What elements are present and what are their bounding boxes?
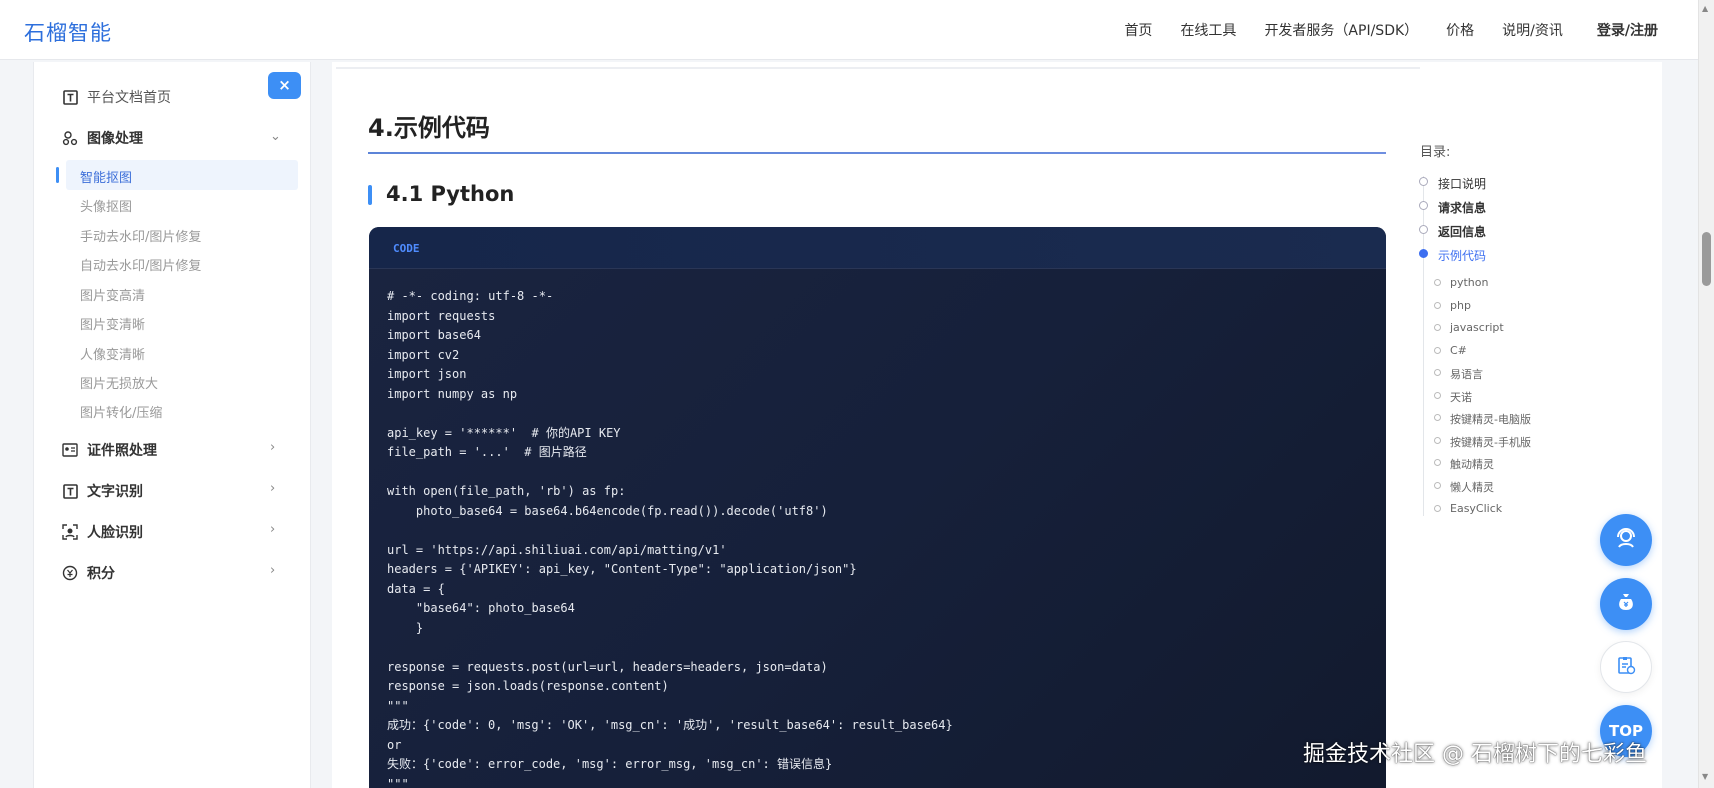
subsection-heading: 4.1 Python	[386, 182, 515, 206]
sidebar-subitem[interactable]: 人像变清晰	[80, 344, 145, 363]
toc-item-active[interactable]: 示例代码	[1438, 247, 1486, 264]
chevron-right-icon[interactable]: ›	[270, 440, 275, 455]
scroll-up-icon[interactable]: ▲	[1702, 4, 1708, 13]
customer-service-button[interactable]	[1600, 514, 1652, 566]
face-icon	[61, 523, 79, 541]
toc-subitem[interactable]: python	[1450, 276, 1488, 289]
chevron-down-icon[interactable]: ⌄	[270, 129, 281, 144]
nav-tools[interactable]: 在线工具	[1180, 20, 1236, 40]
sidebar-subitem[interactable]: 图片转化/压缩	[80, 402, 162, 421]
text-icon	[61, 482, 79, 500]
sidebar-item-face[interactable]: 人脸识别	[61, 522, 143, 542]
nav-links: 首页 在线工具 开发者服务（API/SDK） 价格 说明/资讯 登录/注册	[1096, 20, 1658, 40]
sidebar-subitem[interactable]: 图片变高清	[80, 285, 145, 304]
toc-subitem[interactable]: php	[1450, 299, 1471, 312]
code-header	[369, 227, 1386, 269]
page-scrollbar[interactable]: ▲ ▼	[1698, 0, 1714, 788]
sidebar-item-label: 人脸识别	[87, 525, 143, 541]
sidebar-item-label: 积分	[87, 566, 115, 582]
sidebar-item-label: 证件照处理	[87, 443, 157, 459]
chevron-right-icon[interactable]: ›	[270, 563, 275, 578]
code-language-tag: CODE	[393, 242, 420, 255]
toc-dot	[1419, 177, 1428, 186]
sidebar-subitem-matting[interactable]: 智能抠图	[80, 167, 132, 186]
coin-icon	[61, 564, 79, 582]
sidebar-item-label: 平台文档首页	[87, 90, 171, 106]
nav-login[interactable]: 登录/注册	[1597, 20, 1658, 40]
toc-subdot	[1434, 324, 1441, 331]
toc-subdot	[1434, 347, 1441, 354]
toc-subitem[interactable]: 按键精灵-手机版	[1450, 434, 1531, 450]
toc-subitem[interactable]: 懒人精灵	[1450, 479, 1494, 495]
sidebar-item-image[interactable]: 图像处理	[61, 128, 143, 148]
toc-subdot	[1434, 414, 1441, 421]
image-process-icon	[61, 129, 79, 147]
sidebar-item-idphoto[interactable]: 证件照处理	[61, 440, 157, 460]
watermark: 掘金技术社区 @ 石榴树下的七彩鱼	[1303, 742, 1647, 767]
toc-subitem[interactable]: 易语言	[1450, 366, 1483, 382]
chevron-right-icon[interactable]: ›	[270, 481, 275, 496]
toc-subdot	[1434, 505, 1441, 512]
nav-home[interactable]: 首页	[1124, 20, 1152, 40]
nav-price[interactable]: 价格	[1446, 20, 1474, 40]
sidebar-item-label: 图像处理	[87, 131, 143, 147]
chevron-right-icon[interactable]: ›	[270, 522, 275, 537]
clipboard-icon	[1615, 654, 1637, 680]
toc-dot	[1419, 201, 1428, 210]
toc-item[interactable]: 返回信息	[1438, 223, 1486, 240]
toc-subdot	[1434, 437, 1441, 444]
top-navbar: 石榴智能 首页 在线工具 开发者服务（API/SDK） 价格 说明/资讯 登录/…	[0, 0, 1698, 60]
toc-subdot	[1434, 302, 1441, 309]
brand-logo[interactable]: 石榴智能	[24, 17, 112, 47]
id-card-icon	[61, 441, 79, 459]
order-button[interactable]	[1600, 641, 1652, 693]
sidebar-item-points[interactable]: 积分	[61, 563, 115, 583]
toc-dot-active	[1419, 249, 1428, 258]
sidebar-subitem[interactable]: 图片变清晰	[80, 314, 145, 333]
sidebar-subitem[interactable]: 头像抠图	[80, 196, 132, 215]
toc-subitem[interactable]: 按键精灵-电脑版	[1450, 411, 1531, 427]
scroll-down-icon[interactable]: ▼	[1702, 772, 1708, 781]
sidebar-subitem[interactable]: 图片无损放大	[80, 373, 158, 392]
sidebar-subitem[interactable]: 手动去水印/图片修复	[80, 226, 201, 245]
toc-subdot	[1434, 369, 1441, 376]
toc-subitem[interactable]: javascript	[1450, 321, 1504, 334]
code-content[interactable]: # -*- coding: utf-8 -*- import requests …	[387, 287, 953, 788]
toc-subdot	[1434, 392, 1441, 399]
nav-docs[interactable]: 说明/资讯	[1502, 20, 1563, 40]
divider	[336, 67, 1420, 69]
toc-title: 目录:	[1420, 145, 1451, 160]
toc-item[interactable]: 请求信息	[1438, 199, 1486, 216]
sidebar-subitem[interactable]: 自动去水印/图片修复	[80, 255, 201, 274]
code-block[interactable]: CODE # -*- coding: utf-8 -*- import requ…	[369, 227, 1386, 788]
sidebar-item-home[interactable]: 平台文档首页	[61, 87, 171, 107]
toc-subdot	[1434, 482, 1441, 489]
money-bag-icon	[1614, 590, 1638, 618]
close-sidebar-button[interactable]: ×	[268, 72, 301, 99]
toc-subitem[interactable]: 天诺	[1450, 389, 1472, 405]
recharge-button[interactable]	[1600, 578, 1652, 630]
toc-subdot	[1434, 459, 1441, 466]
section-heading: 4.示例代码	[368, 114, 490, 142]
toc-dot	[1419, 225, 1428, 234]
heading-underline	[368, 152, 1386, 154]
toc-item[interactable]: 接口说明	[1438, 175, 1486, 192]
sidebar-item-label: 文字识别	[87, 484, 143, 500]
subheading-marker	[368, 185, 372, 205]
toc-subitem[interactable]: C#	[1450, 344, 1467, 357]
sidebar-active-indicator	[56, 167, 59, 183]
toc-subitem[interactable]: EasyClick	[1450, 502, 1502, 515]
nav-dev[interactable]: 开发者服务（API/SDK）	[1264, 20, 1418, 40]
toc-subitem[interactable]: 触动精灵	[1450, 456, 1494, 472]
sidebar-item-ocr[interactable]: 文字识别	[61, 481, 143, 501]
headset-icon	[1613, 525, 1639, 555]
scrollbar-thumb[interactable]	[1702, 232, 1711, 286]
toc-subdot	[1434, 279, 1441, 286]
doc-icon	[61, 88, 79, 106]
